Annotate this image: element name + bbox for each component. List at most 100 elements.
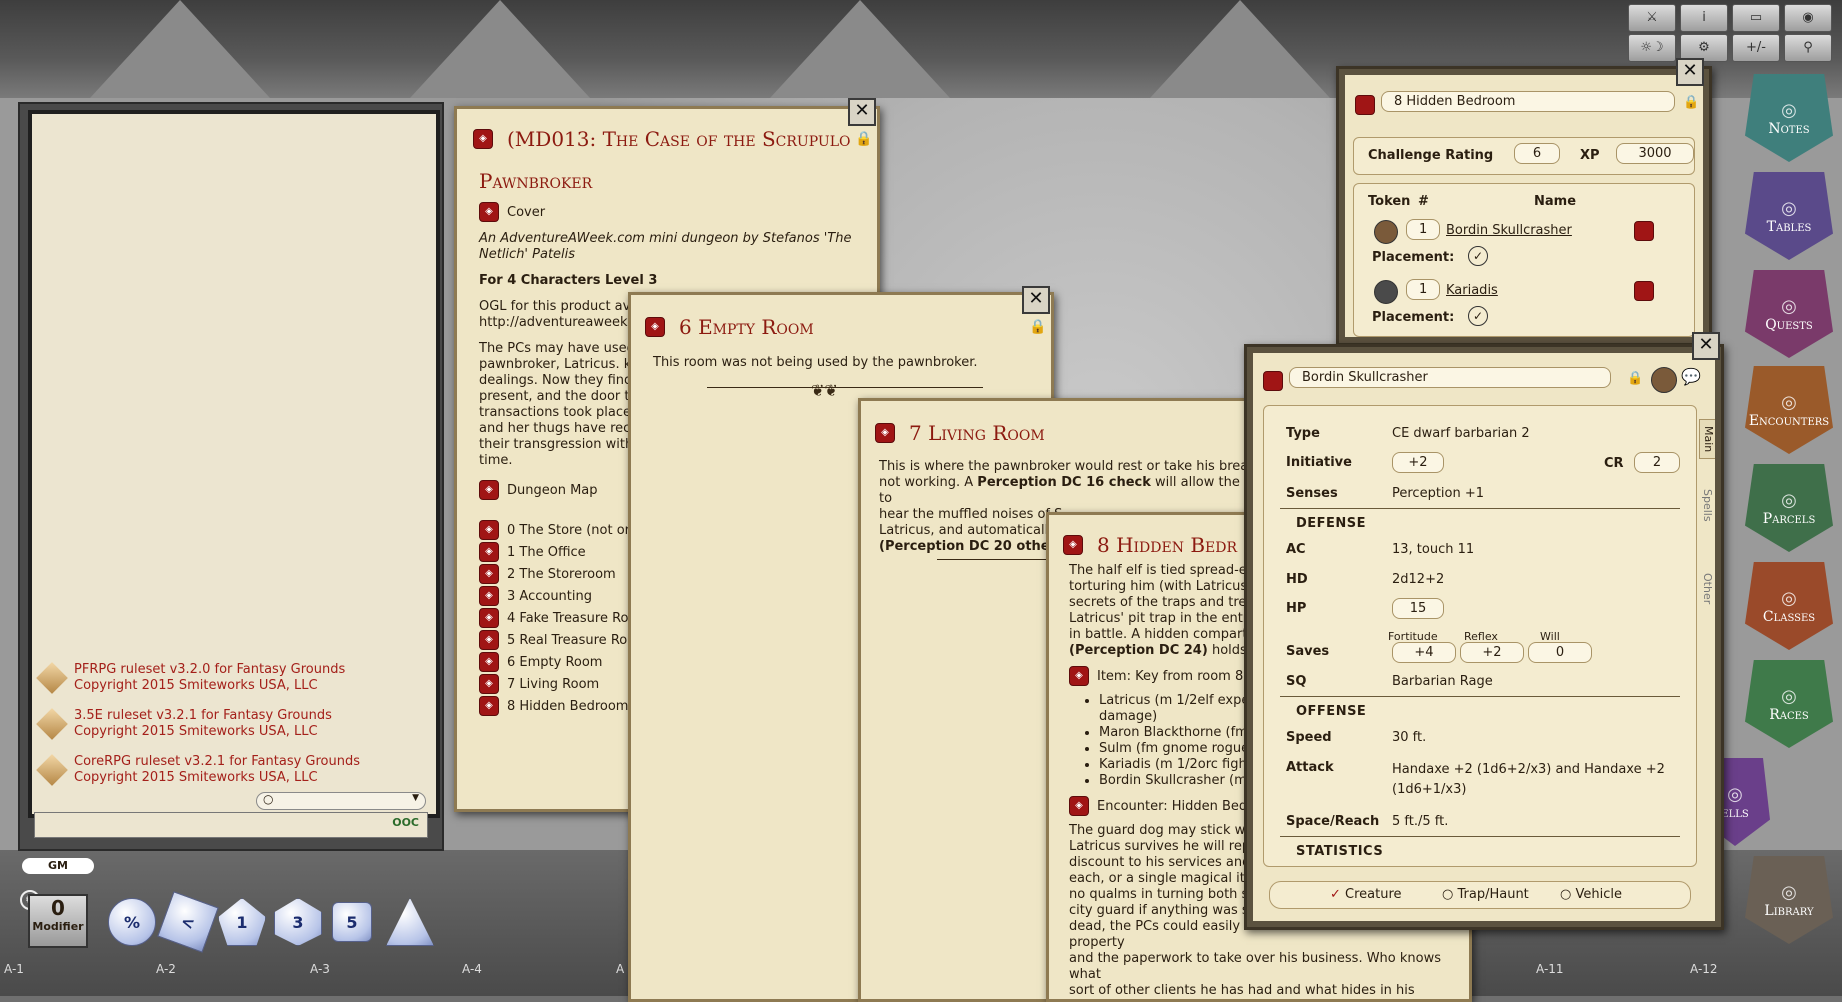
senses-value[interactable]: Perception +1 [1392,486,1484,501]
npc-window[interactable]: Bordin Skullcrasher 🔒 💬 Type CE dwarf bar… [1244,344,1724,930]
d6-die-icon[interactable]: 5 [332,902,372,942]
radio-checked-icon: ✓ [1330,887,1341,902]
gm-badge: GM [22,858,94,874]
info-icon[interactable]: i [1680,4,1728,32]
mode-label: Creature [1345,887,1402,902]
attack-value-cont[interactable]: (1d6+1/x3) [1392,780,1665,800]
close-icon[interactable]: ✕ [848,98,876,126]
sidebar-item-label: Encounters [1748,412,1830,429]
mode-creature[interactable]: ✓ Creature [1330,887,1402,902]
xp-label: XP [1580,148,1600,163]
chat-entry: PFRPG ruleset v3.2.0 for Fantasy Grounds… [36,662,430,694]
npc-name-field[interactable]: Bordin Skullcrasher [1289,367,1611,388]
token-icon[interactable] [1374,220,1398,244]
link-icon: ◈ [479,564,499,584]
modifier-icon[interactable]: +/- [1732,34,1780,62]
swords-icon[interactable]: ⚔ [1628,4,1676,32]
mode-vehicle[interactable]: ○ Vehicle [1560,887,1622,902]
close-icon[interactable]: ✕ [1022,286,1050,314]
level-line: For 4 Characters Level 3 [479,273,658,288]
story-heading: Pawnbroker [479,169,593,193]
speed-value[interactable]: 30 ft. [1392,730,1426,745]
encounter-name-field[interactable]: 8 Hidden Bedroom [1381,91,1675,112]
link-icon: ◈ [479,586,499,606]
npc-name[interactable]: Kariadis [1446,283,1498,298]
cr-label: Challenge Rating [1368,148,1494,163]
cr-value[interactable]: 2 [1634,452,1680,473]
sidebar-item-label: Notes [1768,120,1810,137]
ooc-label[interactable]: OOC [392,816,419,829]
lock-icon[interactable]: 🔒 [1029,319,1046,335]
sidebar-glyph-icon: ◎ [1727,783,1743,805]
sq-value[interactable]: Barbarian Rage [1392,674,1493,689]
radio-icon: ○ [1560,887,1572,902]
will-value[interactable]: 0 [1528,642,1592,663]
encounter-window[interactable]: 8 Hidden Bedroom 🔒 Challenge Rating 6 XP… [1336,66,1712,346]
token-icon[interactable] [1374,280,1398,304]
cr-row: Challenge Rating 6 XP 3000 [1353,137,1695,175]
link-cover[interactable]: ◈ Cover [479,201,869,223]
figure-icon[interactable]: ⚲ [1784,34,1832,62]
tab-main[interactable]: Main [1699,419,1715,460]
npc-link-icon[interactable] [1634,221,1654,241]
portrait-icon[interactable] [1651,367,1677,393]
npc-name[interactable]: Bordin Skullcrasher [1446,223,1572,238]
lock-icon[interactable]: 🔒 [855,131,872,147]
attack-value[interactable]: Handaxe +2 (1d6+2/x3) and Handaxe +2 [1392,760,1665,780]
room-line: This is where the pawnbroker would rest … [879,459,1269,474]
modifier-box[interactable]: 0 Modifier [28,894,88,948]
speech-bubble-icon[interactable]: 💬 [1681,367,1701,386]
sidebar-glyph-icon: ◎ [1781,391,1797,413]
npc-row[interactable]: 1 Kariadis [1362,278,1686,304]
npc-count[interactable]: 1 [1406,279,1440,300]
chat-speaker-dropdown[interactable]: ○ ▼ [256,792,426,810]
link-icon: ◈ [1069,796,1089,816]
link-icon: ◈ [479,608,499,628]
link-icon: ◈ [479,202,499,222]
close-icon[interactable]: ✕ [1676,58,1704,86]
radio-icon: ○ [1442,887,1454,902]
link-label: 6 Empty Room [507,654,603,670]
hd-value[interactable]: 2d12+2 [1392,572,1444,587]
close-icon[interactable]: ✕ [1692,332,1720,360]
encounter-icon [1355,95,1375,115]
byline: An AdventureAWeek.com mini dungeon by St… [479,231,852,262]
saves-label: Saves [1286,644,1330,659]
mode-trap[interactable]: ○ Trap/Haunt [1442,887,1529,902]
d100-die-icon[interactable]: % [108,898,156,946]
check-icon[interactable]: ✓ [1468,246,1488,266]
chat-line: Copyright 2015 Smiteworks USA, LLC [74,724,318,739]
col-token: Token [1368,194,1411,209]
ac-value[interactable]: 13, touch 11 [1392,542,1474,557]
camera-icon[interactable]: ◉ [1784,4,1832,32]
lock-icon[interactable]: 🔒 [1683,95,1699,110]
npc-count[interactable]: 1 [1406,219,1440,240]
type-value[interactable]: CE dwarf barbarian 2 [1392,426,1530,441]
check-icon[interactable]: ✓ [1468,306,1488,326]
hp-label: HP [1286,601,1307,616]
modifier-value: 0 [51,896,65,920]
npc-link-icon[interactable] [1634,281,1654,301]
cr-value[interactable]: 6 [1514,143,1560,164]
space-value[interactable]: 5 ft./5 ft. [1392,814,1448,829]
story-icon: ◈ [1063,535,1083,555]
grid-label: A-3 [310,962,330,976]
tab-spells[interactable]: Spells [1699,483,1715,528]
ref-value[interactable]: +2 [1460,642,1524,663]
ruleset-gem-icon [36,662,68,694]
chat-window[interactable]: PFRPG ruleset v3.2.0 for Fantasy Grounds… [28,110,440,818]
space-label: Space/Reach [1286,814,1380,829]
xp-value[interactable]: 3000 [1616,143,1694,164]
init-value[interactable]: +2 [1392,452,1444,473]
hp-value[interactable]: 15 [1392,598,1444,619]
chat-input[interactable]: OOC [34,812,428,838]
type-label: Type [1286,426,1320,441]
link-label: 2 The Storeroom [507,566,616,582]
npc-row[interactable]: 1 Bordin Skullcrasher [1362,218,1686,244]
day-night-icon[interactable]: ☼☽ [1628,34,1676,62]
senses-label: Senses [1286,486,1338,501]
fort-value[interactable]: +4 [1392,642,1456,663]
tab-other[interactable]: Other [1699,567,1715,610]
map-icon[interactable]: ▭ [1732,4,1780,32]
lock-icon[interactable]: 🔒 [1627,371,1643,386]
